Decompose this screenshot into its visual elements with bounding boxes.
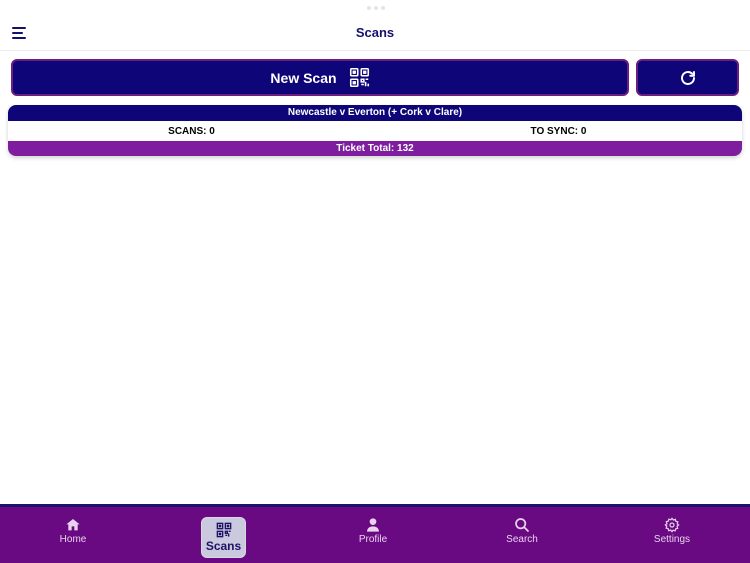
tab-scans-label: Scans: [205, 539, 242, 553]
refresh-button[interactable]: [636, 59, 739, 96]
qr-code-icon: [216, 522, 231, 538]
home-icon: [66, 519, 80, 531]
app-root: Scans New Scan Newcastle v Everton (+ Co…: [0, 0, 750, 563]
tab-settings-label: Settings: [653, 534, 691, 545]
person-icon: [367, 518, 379, 532]
scans-count: SCANS: 0: [168, 126, 215, 137]
tab-bar: Home Scans Profile Search Settings: [0, 504, 750, 563]
tab-search[interactable]: Search: [492, 517, 552, 557]
tab-settings[interactable]: Settings: [642, 517, 702, 557]
refresh-icon: [680, 70, 695, 85]
search-icon: [515, 518, 529, 532]
page-title: Scans: [355, 25, 395, 40]
qr-code-icon: [349, 67, 369, 88]
tab-search-label: Search: [506, 534, 538, 545]
event-stats: SCANS: 0 TO SYNC: 0: [8, 121, 742, 141]
event-title: Newcastle v Everton (+ Cork v Clare): [8, 105, 742, 121]
tab-home[interactable]: Home: [43, 517, 103, 557]
tab-profile[interactable]: Profile: [343, 517, 403, 557]
new-scan-button[interactable]: New Scan: [11, 59, 629, 96]
new-scan-label: New Scan: [270, 69, 337, 86]
header: Scans: [0, 0, 750, 51]
event-card[interactable]: Newcastle v Everton (+ Cork v Clare) SCA…: [8, 105, 742, 156]
gear-icon: [664, 517, 680, 533]
tab-profile-label: Profile: [358, 534, 388, 545]
tab-scans[interactable]: Scans: [201, 517, 246, 558]
to-sync-count: TO SYNC: 0: [530, 126, 587, 137]
tab-home-label: Home: [59, 534, 87, 545]
ticket-total: Ticket Total: 132: [8, 141, 742, 156]
